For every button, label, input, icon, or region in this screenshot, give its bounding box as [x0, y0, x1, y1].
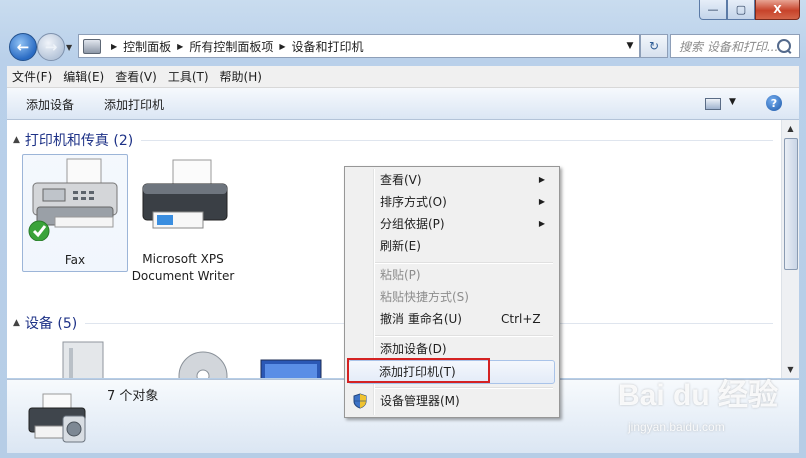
vertical-scrollbar[interactable]: ▲ ▼: [781, 120, 799, 378]
menu-item-sort-by[interactable]: 排序方式(O) ▶: [347, 191, 555, 213]
chevron-down-icon[interactable]: ▼: [729, 97, 736, 107]
menu-edit[interactable]: 编辑(E): [58, 68, 109, 85]
menu-item-label: 撤消 重命名(U): [380, 312, 462, 326]
menu-separator: [375, 387, 553, 389]
computer-icon[interactable]: [45, 340, 105, 378]
monitor-icon[interactable]: [257, 358, 327, 378]
add-printer-button[interactable]: 添加打印机: [104, 96, 164, 113]
menu-file[interactable]: 文件(F): [7, 68, 57, 85]
close-button[interactable]: X: [755, 0, 800, 20]
menu-item-label: 查看(V): [380, 173, 422, 187]
address-bar[interactable]: ▶ 控制面板 ▶ 所有控制面板项 ▶ 设备和打印机 ▼: [78, 34, 640, 58]
refresh-button[interactable]: ↻: [640, 34, 668, 58]
scroll-up-icon[interactable]: ▲: [782, 120, 799, 137]
group-title: 打印机和传真 (2): [24, 133, 134, 149]
window-controls: — ▢ X: [699, 0, 800, 20]
explorer-window: — ▢ X ← → ▼ ▶ 控制面板 ▶ 所有控制面板项 ▶ 设备和打印机 ▼ …: [0, 0, 806, 458]
menu-item-label: 设备管理器(M): [380, 394, 460, 408]
devices-printers-icon: [28, 393, 86, 443]
menu-item-group-by[interactable]: 分组依据(P) ▶: [347, 213, 555, 235]
minimize-button[interactable]: —: [699, 0, 727, 20]
divider: [141, 139, 773, 141]
search-input[interactable]: 搜索 设备和打印...: [671, 38, 777, 55]
menu-item-add-device[interactable]: 添加设备(D): [347, 338, 555, 360]
submenu-arrow-icon: ▶: [538, 219, 545, 228]
menu-tools[interactable]: 工具(T): [163, 68, 214, 85]
menu-item-paste-shortcut[interactable]: 粘贴快捷方式(S): [347, 286, 555, 308]
collapse-arrow-icon[interactable]: ▲: [13, 318, 20, 328]
menu-item-undo-rename[interactable]: 撤消 重命名(U) Ctrl+Z: [347, 308, 555, 330]
menu-item-shortcut: Ctrl+Z: [501, 312, 541, 326]
submenu-arrow-icon: ▶: [538, 175, 545, 184]
highlight-box: [347, 358, 490, 383]
cd-drive-icon[interactable]: [177, 348, 229, 378]
menu-item-view[interactable]: 查看(V) ▶: [347, 169, 555, 191]
scroll-thumb[interactable]: [784, 138, 798, 270]
item-count: 7 个对象: [107, 389, 159, 404]
maximize-button[interactable]: ▢: [727, 0, 755, 20]
change-view-icon[interactable]: [705, 98, 721, 110]
group-title: 设备 (5): [24, 316, 78, 332]
command-bar: 添加设备 添加打印机 ▼ ?: [7, 88, 799, 120]
add-device-button[interactable]: 添加设备: [26, 96, 74, 113]
device-label: Microsoft XPS Document Writer: [131, 252, 235, 283]
fax-icon: [28, 158, 118, 242]
menu-item-label: 粘贴快捷方式(S): [380, 290, 469, 304]
device-item-fax[interactable]: Fax: [22, 154, 128, 272]
shield-icon: [353, 393, 367, 409]
collapse-arrow-icon[interactable]: ▲: [13, 135, 20, 145]
help-icon[interactable]: ?: [766, 95, 782, 111]
control-panel-icon: [83, 38, 101, 54]
scroll-down-icon[interactable]: ▼: [782, 361, 799, 378]
chevron-down-icon[interactable]: ▼: [621, 41, 639, 51]
breadcrumb-devices-printers[interactable]: 设备和打印机: [292, 38, 364, 55]
chevron-right-icon[interactable]: ▶: [177, 42, 183, 51]
recent-pages-dropdown[interactable]: ▼: [66, 43, 72, 52]
watermark-logo: Bai du 经验: [618, 379, 779, 412]
search-icon[interactable]: [777, 39, 791, 53]
menu-item-refresh[interactable]: 刷新(E): [347, 235, 555, 257]
group-header-printers[interactable]: ▲ 打印机和传真 (2): [13, 130, 773, 150]
menu-item-label: 刷新(E): [380, 239, 421, 253]
search-box[interactable]: 搜索 设备和打印...: [670, 34, 800, 58]
submenu-arrow-icon: ▶: [538, 197, 545, 206]
forward-button[interactable]: →: [37, 33, 65, 61]
baidu-watermark: Bai du 经验 jingyan.baidu.com: [618, 370, 779, 434]
device-item-xps-writer[interactable]: Microsoft XPS Document Writer: [129, 154, 237, 285]
menu-item-label: 添加设备(D): [380, 342, 447, 356]
device-label: Fax: [64, 253, 86, 267]
printer-icon: [142, 159, 228, 229]
menu-help[interactable]: 帮助(H): [215, 68, 267, 85]
back-button[interactable]: ←: [9, 33, 37, 61]
watermark-url: jingyan.baidu.com: [628, 420, 725, 434]
menu-separator: [375, 335, 553, 337]
menu-item-device-manager[interactable]: 设备管理器(M): [347, 390, 555, 412]
menu-item-label: 排序方式(O): [380, 195, 447, 209]
menu-view[interactable]: 查看(V): [110, 68, 162, 85]
menu-item-label: 粘贴(P): [380, 268, 421, 282]
chevron-right-icon[interactable]: ▶: [279, 42, 285, 51]
breadcrumb-all-items[interactable]: 所有控制面板项: [189, 38, 273, 55]
menu-bar: 文件(F) 编辑(E) 查看(V) 工具(T) 帮助(H): [7, 66, 799, 88]
menu-item-label: 分组依据(P): [380, 217, 445, 231]
chevron-right-icon[interactable]: ▶: [111, 42, 117, 51]
menu-item-paste[interactable]: 粘贴(P): [347, 264, 555, 286]
breadcrumb-control-panel[interactable]: 控制面板: [123, 38, 171, 55]
